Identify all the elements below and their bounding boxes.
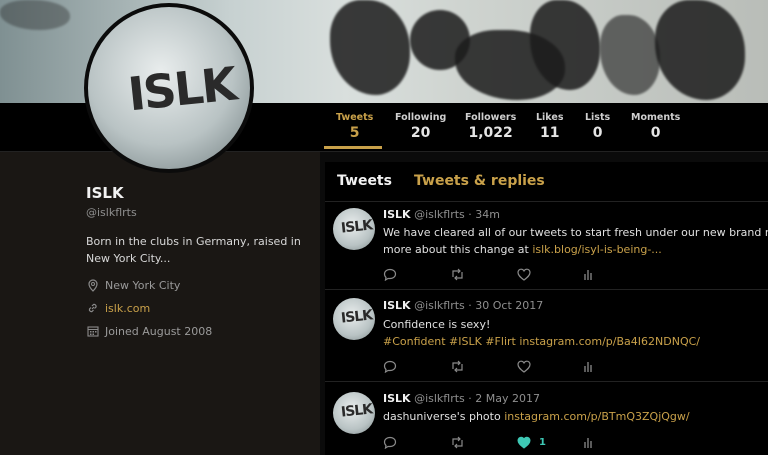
- tweet-timestamp[interactable]: · 34m: [468, 208, 500, 221]
- profile-handle: @islkflrts: [86, 206, 137, 219]
- tweet-text: We have cleared all of our tweets to sta…: [383, 224, 768, 258]
- timeline-tabs: Tweets Tweets & replies: [325, 162, 768, 202]
- tweet-actions: [383, 268, 643, 282]
- analytics-icon[interactable]: [583, 360, 595, 373]
- stat-label: Lists: [585, 112, 611, 123]
- location-text: New York City: [105, 278, 181, 292]
- tweet-avatar[interactable]: ISLK: [333, 392, 375, 434]
- tab-tweets-and-replies[interactable]: Tweets & replies: [414, 173, 545, 189]
- location-icon: [86, 278, 100, 292]
- tweet-text-line: more about this change at islk.blog/isyl…: [383, 241, 768, 258]
- profile-avatar[interactable]: ISLK: [84, 3, 254, 173]
- calendar-icon: [86, 324, 100, 338]
- analytics-icon[interactable]: [583, 436, 595, 449]
- tweet-author-name[interactable]: ISLK: [383, 208, 411, 221]
- stat-tweets[interactable]: Tweets 5: [336, 112, 373, 141]
- tweet-avatar[interactable]: ISLK: [333, 298, 375, 340]
- tweet-avatar-text: ISLK: [340, 217, 373, 237]
- tweet-text-span: dashuniverse's photo: [383, 410, 505, 423]
- stat-label: Moments: [631, 112, 681, 123]
- tweet-author-handle[interactable]: @islkflrts: [414, 208, 465, 221]
- profile-name[interactable]: ISLK: [86, 184, 124, 202]
- like-icon[interactable]: [517, 360, 531, 373]
- tweet-item[interactable]: ISLK ISLK @islkflrts · 30 Oct 2017 Confi…: [325, 290, 768, 382]
- tweet-actions: 1: [383, 436, 643, 450]
- tweet-actions: [383, 360, 643, 374]
- stat-followers[interactable]: Followers 1,022: [465, 112, 516, 141]
- tweet-header: ISLK @islkflrts · 34m: [383, 208, 500, 221]
- stat-moments[interactable]: Moments 0: [631, 112, 680, 141]
- active-stat-indicator: [324, 146, 382, 149]
- profile-sidebar: [0, 152, 320, 455]
- stat-value: 0: [650, 125, 661, 141]
- stat-label: Followers: [465, 112, 517, 123]
- tweet-author-handle[interactable]: @islkflrts: [414, 299, 465, 312]
- profile-website[interactable]: islk.com: [86, 301, 150, 315]
- stat-value: 0: [592, 125, 603, 141]
- like-icon[interactable]: [517, 268, 531, 281]
- retweet-icon[interactable]: [450, 360, 465, 373]
- tweet-author-name[interactable]: ISLK: [383, 299, 411, 312]
- tweet-header: ISLK @islkflrts · 2 May 2017: [383, 392, 540, 405]
- tweet-text-span: more about this change at: [383, 243, 533, 256]
- reply-icon[interactable]: [383, 360, 397, 373]
- tweet-link[interactable]: instagram.com/p/BTmQ3ZQjQgw/: [504, 410, 689, 423]
- stat-value: 11: [540, 125, 560, 141]
- tweet-avatar[interactable]: ISLK: [333, 208, 375, 250]
- tweet-text: Confidence is sexy! #Confident #ISLK #Fl…: [383, 316, 700, 350]
- tweet-avatar-text: ISLK: [340, 401, 373, 421]
- tweet-timestamp[interactable]: · 2 May 2017: [468, 392, 540, 405]
- like-icon-liked[interactable]: 1: [517, 436, 546, 449]
- tweet-item[interactable]: ISLK ISLK @islkflrts · 34m We have clear…: [325, 202, 768, 290]
- avatar-logo-text: ISLK: [125, 56, 238, 122]
- stat-label: Tweets: [336, 112, 374, 123]
- retweet-icon[interactable]: [450, 436, 465, 449]
- tweet-avatar-text: ISLK: [340, 307, 373, 327]
- tweet-header: ISLK @islkflrts · 30 Oct 2017: [383, 299, 543, 312]
- link-icon: [86, 301, 100, 315]
- tweet-timestamp[interactable]: · 30 Oct 2017: [468, 299, 543, 312]
- stat-value: 20: [410, 125, 431, 141]
- tweet-link[interactable]: islk.blog/isyl-is-being-...: [532, 243, 661, 256]
- stat-following[interactable]: Following 20: [395, 112, 446, 141]
- profile-bio: Born in the clubs in Germany, raised in …: [86, 235, 301, 265]
- joined-text: Joined August 2008: [105, 324, 213, 338]
- website-link[interactable]: islk.com: [105, 302, 150, 315]
- tweet-hashtags-link[interactable]: #Confident #ISLK #Flirt instagram.com/p/…: [383, 333, 700, 350]
- stat-label: Likes: [536, 112, 564, 123]
- profile-joined: Joined August 2008: [86, 324, 212, 338]
- reply-icon[interactable]: [383, 268, 397, 281]
- profile-location: New York City: [86, 278, 180, 292]
- tweet-text: dashuniverse's photo instagram.com/p/BTm…: [383, 408, 690, 425]
- analytics-icon[interactable]: [583, 268, 595, 281]
- like-count: 1: [539, 437, 546, 448]
- tab-tweets[interactable]: Tweets: [337, 173, 392, 189]
- stat-value: 1,022: [468, 125, 513, 141]
- stat-likes[interactable]: Likes 11: [536, 112, 563, 141]
- retweet-icon[interactable]: [450, 268, 465, 281]
- tweet-text-line: We have cleared all of our tweets to sta…: [383, 226, 768, 239]
- stat-lists[interactable]: Lists 0: [585, 112, 610, 141]
- tweet-text-line: Confidence is sexy!: [383, 318, 491, 331]
- reply-icon[interactable]: [383, 436, 397, 449]
- stat-value: 5: [349, 125, 360, 141]
- stat-label: Following: [395, 112, 447, 123]
- tweet-author-handle[interactable]: @islkflrts: [414, 392, 465, 405]
- tweet-author-name[interactable]: ISLK: [383, 392, 411, 405]
- tweet-item[interactable]: ISLK ISLK @islkflrts · 2 May 2017 dashun…: [325, 382, 768, 455]
